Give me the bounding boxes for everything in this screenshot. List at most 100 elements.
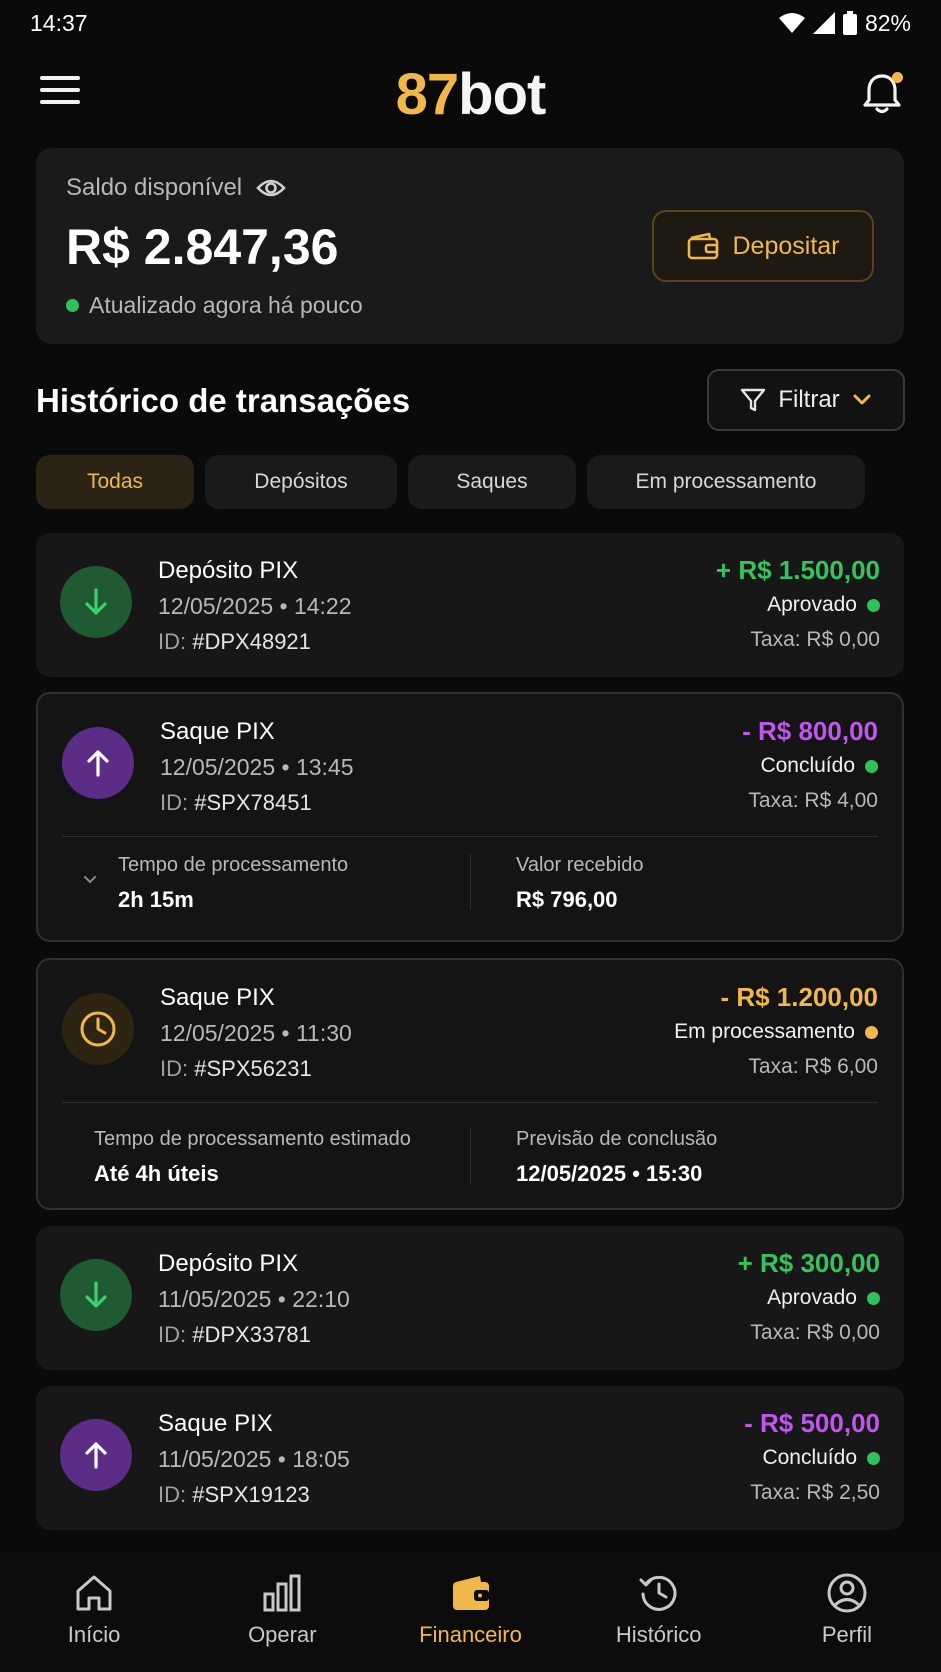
bar-chart-icon — [263, 1574, 301, 1612]
transaction-id: ID: #DPX33781 — [158, 1322, 311, 1348]
transaction-status-label: Concluído — [762, 1446, 857, 1469]
nav-label: Perfil — [821, 1622, 872, 1647]
divider — [62, 1102, 878, 1103]
eye-icon[interactable] — [256, 177, 286, 199]
transaction-id-label: ID: — [160, 790, 189, 815]
nav-inicio[interactable]: Início — [0, 1550, 188, 1672]
status-time: 14:37 — [30, 9, 88, 36]
status-indicators: 82% — [778, 10, 911, 37]
transaction-id-value: #DPX33781 — [192, 1322, 311, 1347]
filter-button[interactable]: Filtrar — [707, 369, 905, 431]
transaction-card-expanded[interactable]: Saque PIX 12/05/2025 • 13:45 ID: #SPX784… — [36, 692, 904, 942]
transaction-id-label: ID: — [160, 1056, 189, 1081]
transaction-fee: Taxa: R$ 0,00 — [750, 628, 880, 651]
transaction-id: ID: #SPX56231 — [160, 1056, 312, 1082]
transaction-id: ID: #SPX78451 — [160, 790, 312, 816]
battery-icon — [842, 11, 857, 35]
detail-processing-time: Tempo de processamento 2h 15m — [118, 854, 348, 913]
tab-em-processamento[interactable]: Em processamento — [587, 455, 865, 509]
detail-label: Tempo de processamento — [118, 854, 349, 876]
transaction-status: Aprovado — [767, 1286, 880, 1310]
nav-perfil[interactable]: Perfil — [753, 1550, 941, 1672]
transaction-card[interactable]: Saque PIX 11/05/2025 • 18:05 ID: #SPX191… — [36, 1386, 904, 1530]
transaction-date: 11/05/2025 • 18:05 — [158, 1446, 350, 1472]
transaction-title: Saque PIX — [158, 1410, 273, 1437]
chevron-down-icon[interactable] — [82, 874, 98, 886]
nav-operar[interactable]: Operar — [188, 1550, 376, 1672]
transaction-status: Concluído — [762, 1446, 880, 1470]
withdraw-icon — [60, 1419, 132, 1491]
clock-icon — [62, 993, 134, 1065]
app-header: 87bot — [0, 56, 941, 132]
transaction-card[interactable]: Depósito PIX 11/05/2025 • 22:10 ID: #DPX… — [36, 1226, 904, 1370]
tab-depositos[interactable]: Depósitos — [205, 455, 397, 509]
detail-separator — [470, 854, 471, 910]
deposit-icon — [60, 1259, 132, 1331]
transaction-status-label: Em processamento — [674, 1020, 855, 1043]
withdraw-icon — [62, 727, 134, 799]
transaction-card[interactable]: Depósito PIX 12/05/2025 • 14:22 ID: #DPX… — [36, 533, 904, 677]
transaction-title: Depósito PIX — [158, 557, 299, 584]
nav-historico[interactable]: Histórico — [565, 1550, 753, 1672]
transaction-id: ID: #DPX48921 — [158, 629, 311, 655]
transaction-date: 11/05/2025 • 22:10 — [158, 1286, 350, 1312]
transaction-title: Saque PIX — [160, 718, 275, 745]
profile-icon — [827, 1573, 867, 1613]
status-dot — [867, 1451, 880, 1465]
chevron-down-icon — [853, 394, 871, 405]
detail-forecast: Previsão de conclusão 12/05/2025 • 15:30 — [516, 1128, 717, 1187]
tab-saques[interactable]: Saques — [408, 455, 576, 509]
balance-value: R$ 2.847,36 — [66, 219, 339, 275]
detail-label: Tempo de processamento estimado — [94, 1128, 411, 1150]
transaction-status: Em processamento — [674, 1020, 878, 1044]
balance-card: Saldo disponível R$ 2.847,36 Atualizado … — [36, 148, 904, 344]
transaction-amount: + R$ 1.500,00 — [715, 555, 880, 585]
bottom-nav: Início Operar Financeiro Histórico Perfi… — [0, 1550, 941, 1672]
detail-received-value: Valor recebido R$ 796,00 — [516, 854, 643, 913]
transaction-amount: + R$ 300,00 — [737, 1248, 880, 1278]
menu-button[interactable] — [40, 76, 80, 112]
transaction-title: Depósito PIX — [158, 1250, 299, 1277]
filter-tabs: Todas Depósitos Saques Em processamento — [36, 455, 865, 509]
transaction-id-value: #SPX19123 — [192, 1482, 310, 1507]
status-dot — [865, 759, 878, 773]
menu-icon-bar — [40, 76, 80, 80]
transaction-amount: - R$ 500,00 — [744, 1408, 880, 1438]
transaction-status: Aprovado — [767, 593, 880, 617]
transaction-id-label: ID: — [158, 1482, 187, 1507]
status-dot — [867, 1291, 880, 1305]
balance-label-row: Saldo disponível — [66, 174, 286, 202]
notifications-button[interactable] — [859, 70, 905, 116]
notification-badge — [892, 72, 903, 83]
transaction-amount: - R$ 1.200,00 — [720, 982, 878, 1012]
detail-value: R$ 796,00 — [516, 887, 618, 912]
nav-label: Início — [67, 1622, 121, 1647]
transaction-status-label: Aprovado — [767, 593, 857, 616]
deposit-button[interactable]: Depositar — [652, 210, 874, 282]
transaction-title: Saque PIX — [160, 984, 275, 1011]
wallet-icon — [452, 1576, 489, 1610]
status-bar: 14:37 82% — [0, 0, 941, 46]
history-title: Histórico de transações — [36, 382, 411, 419]
status-dot — [865, 1025, 878, 1039]
divider — [62, 836, 878, 837]
menu-icon-bar — [40, 88, 80, 92]
detail-separator — [470, 1128, 471, 1184]
detail-label: Previsão de conclusão — [516, 1128, 718, 1150]
wallet-icon — [687, 232, 718, 260]
balance-updated-row: Atualizado agora há pouco — [66, 292, 363, 319]
filter-label: Filtrar — [778, 386, 840, 413]
logo-number: 87 — [395, 61, 460, 127]
transaction-date: 12/05/2025 • 14:22 — [158, 593, 352, 619]
detail-value: Até 4h úteis — [94, 1161, 219, 1186]
transaction-id-value: #DPX48921 — [192, 629, 311, 654]
transaction-card-expanded[interactable]: Saque PIX 12/05/2025 • 11:30 ID: #SPX562… — [36, 958, 904, 1210]
transaction-status-label: Concluído — [760, 754, 855, 777]
transaction-status-label: Aprovado — [767, 1286, 857, 1309]
deposit-icon — [60, 566, 132, 638]
nav-financeiro[interactable]: Financeiro — [376, 1550, 564, 1672]
online-dot — [66, 299, 79, 312]
tab-todas[interactable]: Todas — [36, 455, 194, 509]
transaction-date: 12/05/2025 • 11:30 — [160, 1020, 352, 1046]
transaction-id-label: ID: — [158, 1322, 187, 1347]
